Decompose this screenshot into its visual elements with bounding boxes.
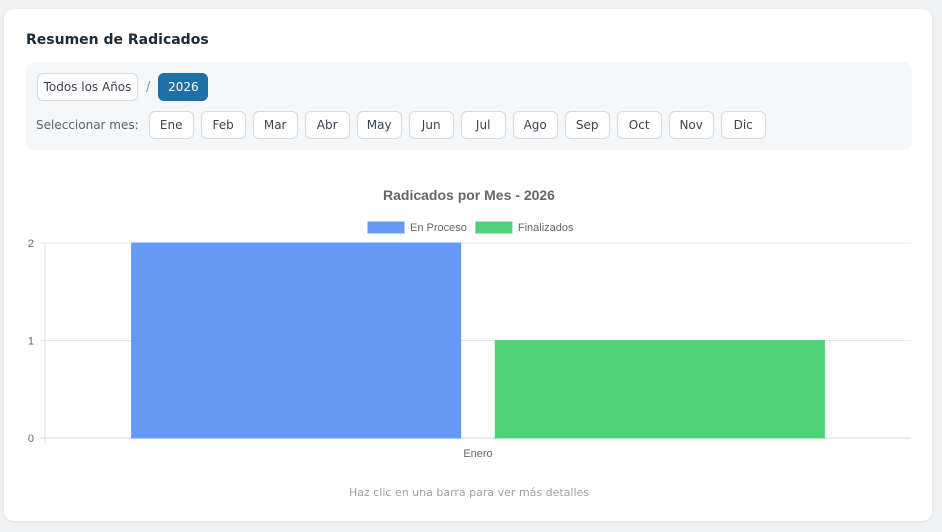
bar-en-proceso-enero[interactable] bbox=[131, 242, 462, 439]
y-tick-label-1: 1 bbox=[28, 336, 34, 348]
chart-container: Radicados por Mes - 2026 En Proceso Finali… bbox=[0, 0, 942, 527]
legend-label-2: Finalizados bbox=[518, 222, 574, 234]
y-tick-label-0: 0 bbox=[28, 433, 34, 445]
bar-chart: Radicados por Mes - 2026 En Proceso Finali… bbox=[28, 187, 911, 460]
x-tick-label-enero: Enero bbox=[463, 448, 492, 460]
y-tick-label-2: 2 bbox=[28, 238, 34, 250]
legend-label-1: En Proceso bbox=[410, 222, 467, 234]
bar-finalizados-enero[interactable] bbox=[494, 340, 825, 439]
chart-title: Radicados por Mes - 2026 bbox=[383, 187, 555, 203]
legend-swatch-1 bbox=[367, 221, 405, 234]
legend-swatch-2 bbox=[475, 221, 513, 234]
chart-hint: Haz clic en una barra para ver más detal… bbox=[348, 486, 590, 499]
